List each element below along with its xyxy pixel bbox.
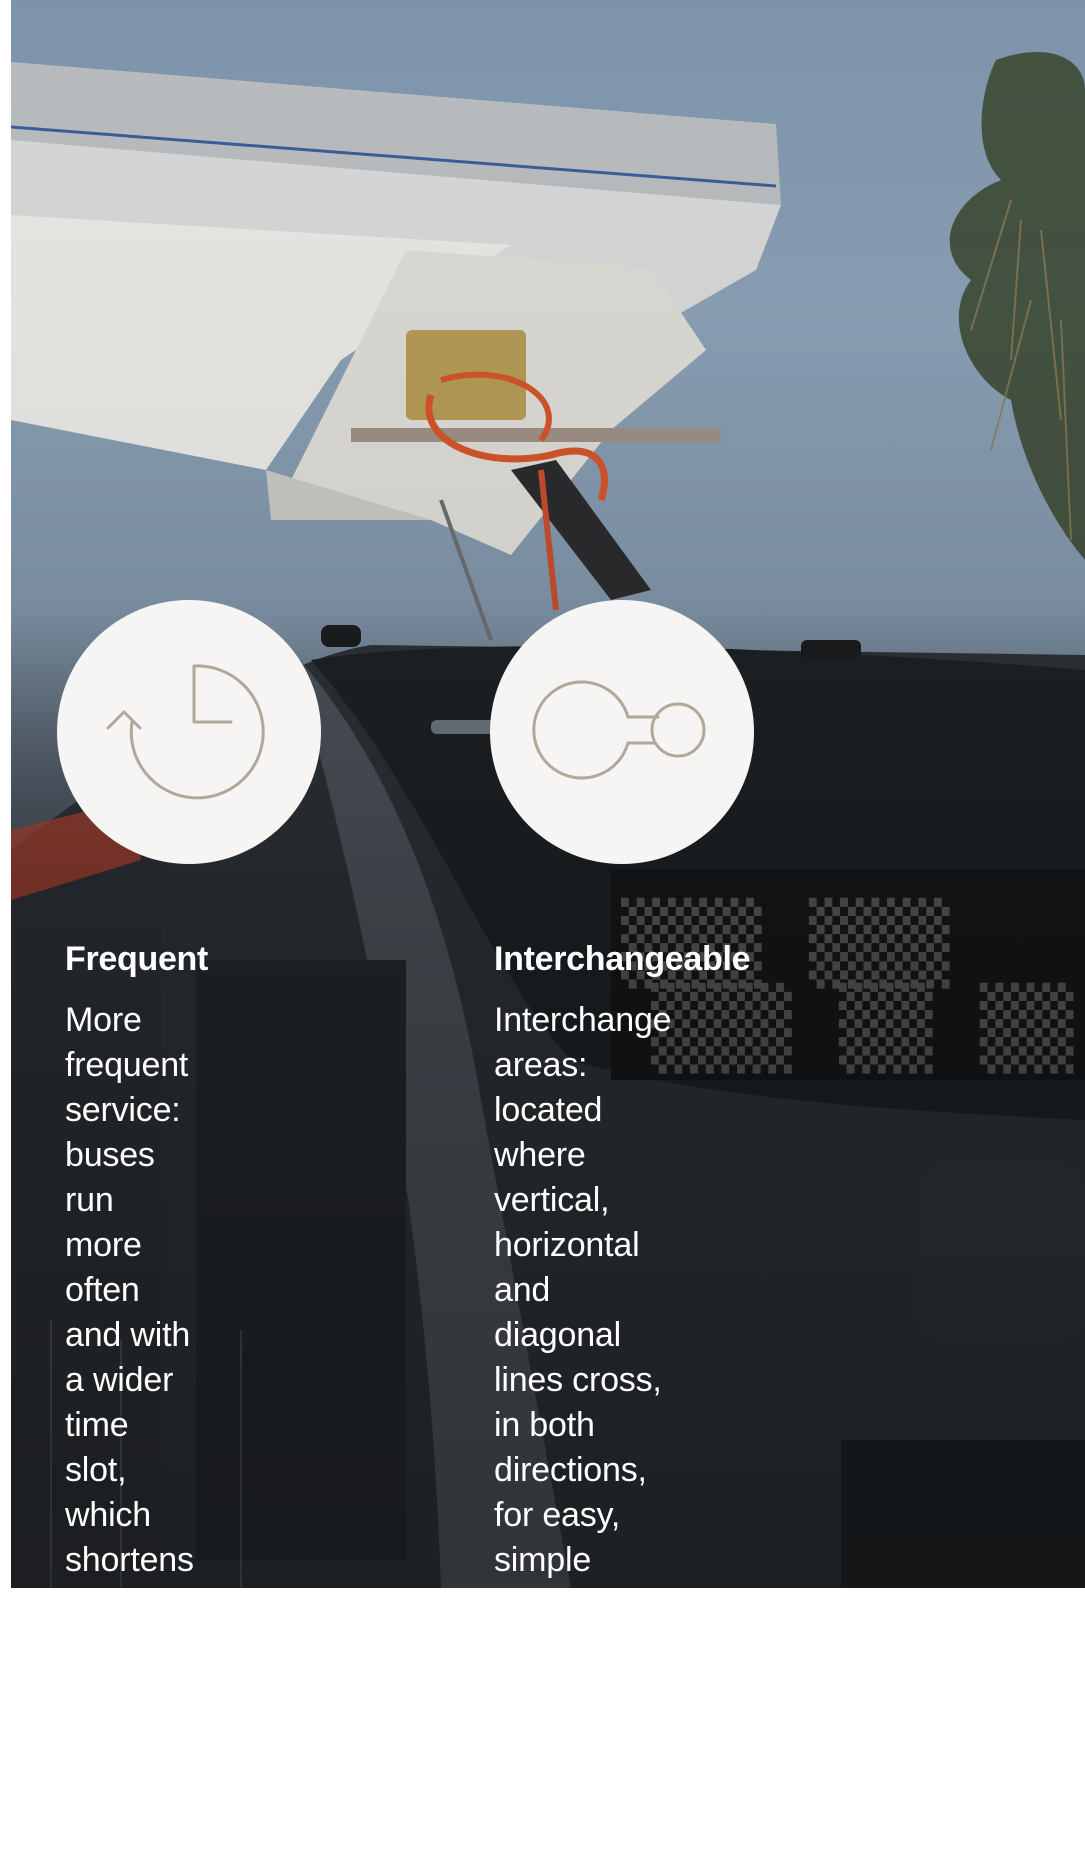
interchange-connection-icon	[532, 680, 706, 780]
feature-title: Frequent	[65, 940, 209, 978]
feature-description: More frequent service: buses run more of…	[65, 1001, 194, 1714]
clock-refresh-icon	[106, 664, 265, 800]
feature-icon-circle	[57, 600, 321, 864]
feature-title: Interchangeable	[494, 940, 751, 978]
feature-description: Interchange areas: located where vertica…	[494, 1001, 672, 1849]
feature-icon-circle	[490, 600, 754, 864]
